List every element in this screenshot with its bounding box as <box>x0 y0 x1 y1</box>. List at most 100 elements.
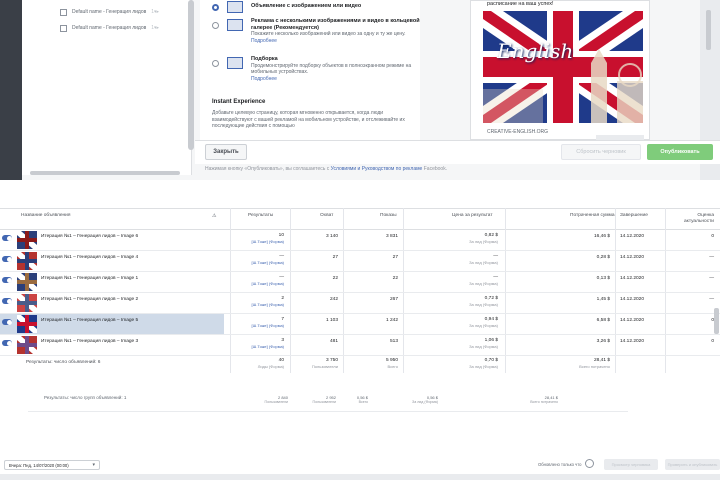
results-value: 3 <box>281 338 284 343</box>
row-name-cell[interactable]: Итерация №1 – Генерация лидов – Image 5 <box>0 314 224 334</box>
tree-checkbox[interactable] <box>60 24 67 32</box>
totals-label: Результаты: число объявлений: 6 <box>26 360 101 365</box>
results-cell: 10 [Ш.Тоже] (Форма) <box>240 233 284 244</box>
row-name-cell[interactable]: Итерация №1 – Генерация лидов – Image 6 <box>0 230 224 250</box>
format-option-single[interactable]: Объявление с изображением или видео <box>212 0 426 13</box>
date-range-picker[interactable]: Вчера: Пнд, 14/07/2020 (00:00) ▾ <box>4 460 100 470</box>
adset-summary-label: Результаты: число групп объявлений: 1 <box>44 395 127 400</box>
results-sub[interactable]: [Ш.Тоже] (Форма) <box>240 344 284 349</box>
col-header-ends[interactable]: Завершение <box>620 213 648 219</box>
publish-button[interactable]: Опубликовать <box>647 144 713 160</box>
summary-cell: 2 952 Пользователи <box>296 395 336 404</box>
results-value: 10 <box>278 233 284 238</box>
total-results-value: 40 <box>278 358 284 363</box>
spent-cell: 6,58 $ <box>596 318 610 323</box>
cpr-value: 0,82 $ <box>484 233 498 238</box>
format-learn-more-link[interactable]: Подробнее <box>251 38 426 45</box>
ad-toggle[interactable] <box>2 298 12 304</box>
spent-cell: 0,28 $ <box>596 255 610 260</box>
update-status: Обновлено только что <box>538 462 582 467</box>
tree-scrollbar[interactable] <box>188 0 194 150</box>
tree-horizontal-scrollbar[interactable] <box>30 171 180 175</box>
cpr-sub: За лид (Форма) <box>469 323 498 328</box>
row-name-cell[interactable]: Итерация №1 – Генерация лидов – Image 2 <box>0 293 224 313</box>
ad-name[interactable]: Итерация №1 – Генерация лидов – Image 3 <box>41 339 138 344</box>
format-option-collection[interactable]: Подборка Продемонстрируйте подборку объе… <box>212 56 426 82</box>
ad-thumbnail <box>17 231 37 249</box>
impressions-cell: 22 <box>392 276 398 281</box>
single-image-icon <box>227 1 243 13</box>
ad-toggle[interactable] <box>2 319 12 325</box>
bottom-edge-strip <box>0 474 720 480</box>
impressions-cell: 267 <box>389 297 398 302</box>
discard-draft-button[interactable]: Сбросить черновик <box>561 144 641 160</box>
cpr-cell: 1,06 $ За лид (Форма) <box>420 338 498 349</box>
ad-name[interactable]: Итерация №1 – Генерация лидов – Image 2 <box>41 297 138 302</box>
close-button[interactable]: Закрыть <box>205 144 247 160</box>
preview-caption: расписание на ваш успех! <box>487 1 554 7</box>
relevance-cell: 0 <box>711 339 714 344</box>
table-row[interactable]: Итерация №1 – Генерация лидов – Image 2 2… <box>0 293 720 314</box>
summary-cell: 0,56 $ Всего <box>338 395 368 404</box>
table-row[interactable]: Итерация №1 – Генерация лидов – Image 1 —… <box>0 272 720 293</box>
format-radio[interactable] <box>212 4 219 11</box>
ad-toggle[interactable] <box>2 235 12 241</box>
ad-toggle[interactable] <box>2 256 12 262</box>
results-sub[interactable]: [Ш.Тоже] (Форма) <box>240 239 284 244</box>
reach-cell: 1 103 <box>325 318 338 323</box>
results-sub[interactable]: [Ш.Тоже] (Форма) <box>240 302 284 307</box>
review-publish-button[interactable]: Проверить и опубликовать <box>665 459 720 470</box>
results-cell: — [Ш.Тоже] (Форма) <box>240 275 284 286</box>
col-header-reach[interactable]: Охват <box>320 213 333 219</box>
end-date-cell: 14.12.2020 <box>620 318 645 323</box>
left-nav-strip <box>0 0 22 180</box>
instant-experience-text: Добавьте целевую страницу, которая мгнов… <box>212 110 405 129</box>
col-header-cpr[interactable]: Цена за результат <box>452 213 493 219</box>
col-header-spent[interactable]: Потраченная сумма <box>570 213 615 219</box>
row-name-cell[interactable]: Итерация №1 – Генерация лидов – Image 4 <box>0 251 224 271</box>
cpr-sub: За лид (Форма) <box>469 239 498 244</box>
tree-item[interactable]: Default name - Генерация лидов 1▾▸ <box>60 5 159 19</box>
row-name-cell[interactable]: Итерация №1 – Генерация лидов – Image 1 <box>0 272 224 292</box>
ad-name[interactable]: Итерация №1 – Генерация лидов – Image 6 <box>41 234 138 239</box>
preview-brand-word: English <box>497 39 574 63</box>
format-learn-more-link[interactable]: Подробнее <box>251 76 426 83</box>
ads-table: Название объявления ⚠ Результаты Охват П… <box>0 208 720 373</box>
right-scrollbar[interactable] <box>706 10 711 50</box>
totals-row: Результаты: число объявлений: 6 40 Лиды (… <box>0 356 720 373</box>
end-date-cell: 14.12.2020 <box>620 297 645 302</box>
col-header-impressions[interactable]: Показы <box>380 213 397 219</box>
row-name-cell[interactable]: Итерация №1 – Генерация лидов – Image 3 <box>0 335 224 355</box>
ad-name[interactable]: Итерация №1 – Генерация лидов – Image 1 <box>41 276 138 281</box>
table-row[interactable]: Итерация №1 – Генерация лидов – Image 3 3… <box>0 335 720 356</box>
table-scrollbar[interactable] <box>714 308 719 334</box>
results-sub[interactable]: [Ш.Тоже] (Форма) <box>240 281 284 286</box>
col-header-relevance[interactable]: Оценка актуальности <box>680 213 714 225</box>
total-results-sub: Лиды (Форма) <box>257 364 284 369</box>
format-option-carousel[interactable]: Реклама с несколькими изображениями и ви… <box>212 18 426 44</box>
table-row[interactable]: Итерация №1 – Генерация лидов – Image 5 7… <box>0 314 720 335</box>
col-header-name[interactable]: Название объявления <box>21 213 70 219</box>
terms-link[interactable]: Условиями и Руководством по рекламе <box>331 166 423 172</box>
table-row[interactable]: Итерация №1 – Генерация лидов – Image 4 —… <box>0 251 720 272</box>
ad-name[interactable]: Итерация №1 – Генерация лидов – Image 5 <box>41 318 138 323</box>
format-radio[interactable] <box>212 22 219 29</box>
reach-cell: 3 140 <box>325 234 338 239</box>
results-cell: 7 [Ш.Тоже] (Форма) <box>240 317 284 328</box>
cpr-value: 0,72 $ <box>484 296 498 301</box>
cpr-sub: За лид (Форма) <box>469 302 498 307</box>
review-draft-button[interactable]: Просмотр черновика <box>604 459 658 470</box>
results-sub[interactable]: [Ш.Тоже] (Форма) <box>240 323 284 328</box>
cpr-cell: — За лид (Форма) <box>420 275 498 286</box>
tree-item-count: 1▾▸ <box>151 9 160 15</box>
table-row[interactable]: Итерация №1 – Генерация лидов – Image 6 1… <box>0 230 720 251</box>
total-impressions: 5 950 Всего <box>350 358 398 369</box>
ad-toggle[interactable] <box>2 277 12 283</box>
col-header-results[interactable]: Результаты <box>248 213 273 219</box>
format-radio[interactable] <box>212 60 219 67</box>
tree-checkbox[interactable] <box>60 8 67 16</box>
ad-name[interactable]: Итерация №1 – Генерация лидов – Image 4 <box>41 255 138 260</box>
results-sub[interactable]: [Ш.Тоже] (Форма) <box>240 260 284 265</box>
ad-toggle[interactable] <box>2 340 12 346</box>
tree-item[interactable]: Default name - Генерация лидов 1▾▸ <box>60 21 159 35</box>
